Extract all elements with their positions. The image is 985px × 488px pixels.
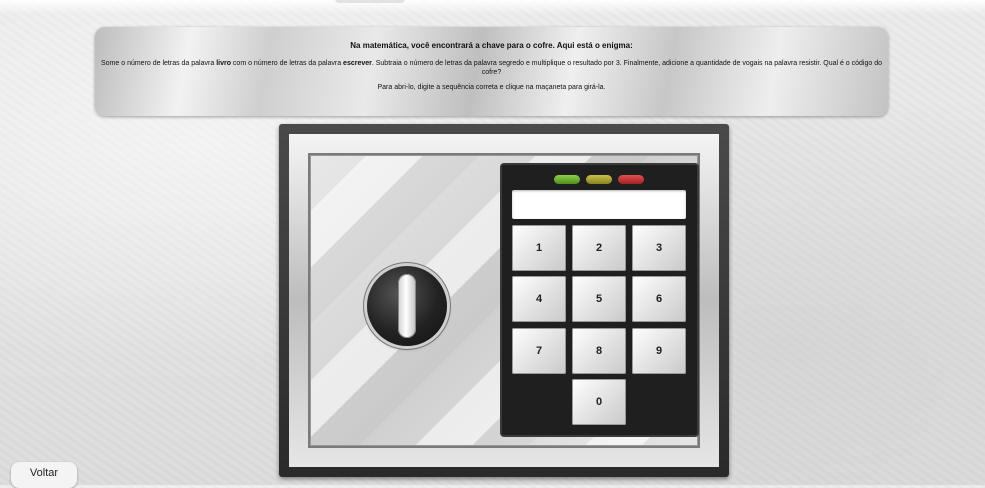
riddle-text-part1: Some o número de letras da palavra xyxy=(101,60,217,67)
cropped-header xyxy=(335,0,405,3)
riddle-text-part3: . Subtraia o número de letras da palavra… xyxy=(371,60,883,76)
key-6[interactable]: 6 xyxy=(632,276,686,322)
key-1[interactable]: 1 xyxy=(512,225,566,271)
green-light xyxy=(554,175,580,184)
riddle-word-livro: livro xyxy=(216,60,231,67)
key-2[interactable]: 2 xyxy=(572,225,626,271)
top-edge xyxy=(0,0,985,14)
key-9[interactable]: 9 xyxy=(632,328,686,374)
safe-frame: 1 2 3 4 5 6 7 8 9 0 xyxy=(289,134,719,467)
safe: 1 2 3 4 5 6 7 8 9 0 xyxy=(279,124,729,477)
riddle-hint: Para abri-lo, digite a sequência correta… xyxy=(377,84,606,91)
key-0[interactable]: 0 xyxy=(572,379,626,425)
safe-door: 1 2 3 4 5 6 7 8 9 0 xyxy=(310,155,698,446)
riddle-banner: Na matemática, você encontrará a chave p… xyxy=(95,27,888,116)
riddle-text: Some o número de letras da palavra livro… xyxy=(101,59,882,77)
riddle-word-escrever: escrever xyxy=(343,60,372,67)
red-light xyxy=(618,175,644,184)
key-5[interactable]: 5 xyxy=(572,276,626,322)
yellow-light xyxy=(586,175,612,184)
keypad: 1 2 3 4 5 6 7 8 9 0 xyxy=(502,165,697,435)
key-4[interactable]: 4 xyxy=(512,276,566,322)
safe-handle[interactable] xyxy=(367,266,447,346)
key-8[interactable]: 8 xyxy=(572,328,626,374)
back-button[interactable]: Voltar xyxy=(11,462,77,488)
code-display xyxy=(512,190,686,219)
handle-bar xyxy=(398,274,416,338)
riddle-text-part2: com o número de letras da palavra xyxy=(230,60,344,67)
key-7[interactable]: 7 xyxy=(512,328,566,374)
key-3[interactable]: 3 xyxy=(632,225,686,271)
riddle-title: Na matemática, você encontrará a chave p… xyxy=(350,41,633,50)
